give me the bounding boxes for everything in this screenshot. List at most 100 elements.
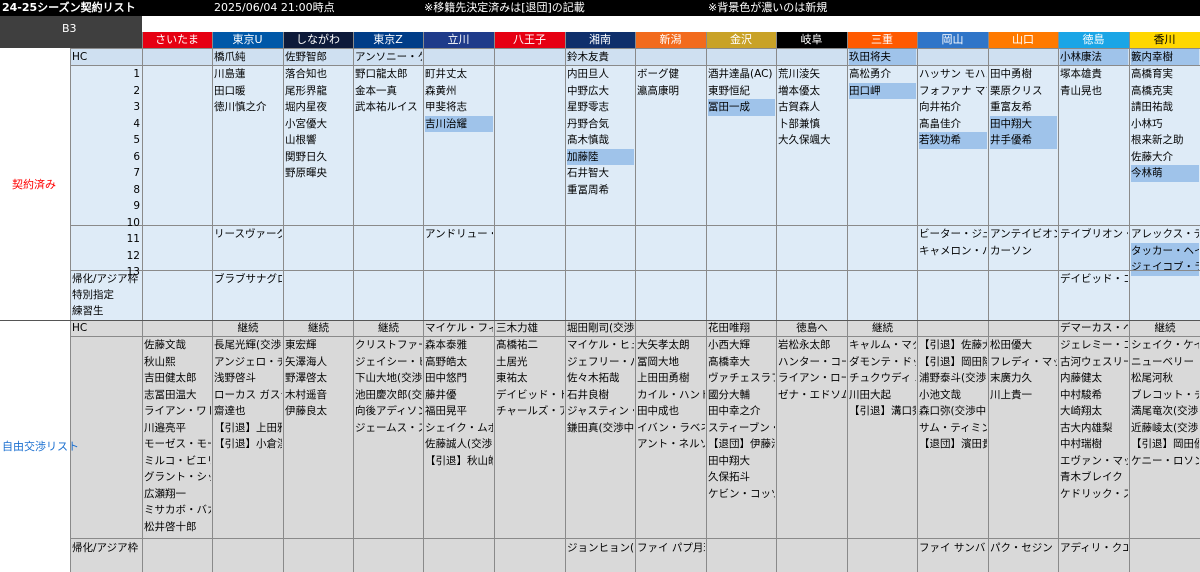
free-player-cell[interactable]: クリストファー・オグデン — [355, 337, 422, 354]
contract-player-cell[interactable]: 堀内星夜 — [285, 99, 352, 116]
free-player-cell[interactable]: 【引退】佐藤大成 — [919, 337, 987, 354]
contract-player-cell[interactable]: 向井祐介 — [919, 99, 987, 116]
team-header-4[interactable]: 立川 — [423, 32, 494, 48]
contract-player-cell[interactable]: 金本一真 — [355, 83, 422, 100]
free-player-cell[interactable]: 古大内雄梨 — [1060, 420, 1128, 437]
team-header-9[interactable]: 岐阜 — [776, 32, 847, 48]
contract-player-cell[interactable]: 増本優太 — [778, 83, 846, 100]
free-player-cell[interactable]: 高野皓太 — [425, 354, 493, 371]
free-player-cell[interactable]: 田中悠門 — [425, 370, 493, 387]
team-header-0[interactable]: さいたま — [142, 32, 212, 48]
free-player-cell[interactable]: デイビッド・ドブソン — [496, 387, 564, 404]
contract-foreign-cell[interactable]: カーソン — [990, 243, 1057, 260]
contract-player-cell[interactable]: 田中勇樹 — [990, 66, 1057, 83]
free-hc-cell[interactable]: マイケル・フィリップス — [425, 320, 493, 337]
free-player-cell[interactable]: ジェイシー・ヒル — [355, 354, 422, 371]
free-player-cell[interactable]: 【退団】濱田貴流馬 — [919, 436, 987, 453]
free-player-cell[interactable]: 【引退】岡田優介 — [1131, 436, 1199, 453]
contract-foreign-cell[interactable]: ジェイコブ・ランカスター — [1131, 259, 1199, 276]
contract-player-cell[interactable]: 中野広大 — [567, 83, 634, 100]
contract-player-cell[interactable]: 重富友希 — [990, 99, 1057, 116]
free-player-cell[interactable]: 内藤健太 — [1060, 370, 1128, 387]
contract-player-cell[interactable]: 古賀森人 — [778, 99, 846, 116]
free-player-cell[interactable]: 大矢孝太朗 — [637, 337, 705, 354]
contract-foreign-cell[interactable]: リースヴァーグ — [214, 226, 282, 243]
free-player-cell[interactable]: 久保拓斗 — [708, 469, 775, 486]
free-player-cell[interactable]: カイル・ハント — [637, 387, 705, 404]
free-player-cell[interactable]: 伊藤良太 — [285, 403, 352, 420]
free-player-cell[interactable]: シェイク・ムボジ — [425, 420, 493, 437]
free-player-cell[interactable]: 小池文哉 — [919, 387, 987, 404]
contract-player-cell[interactable]: 酒井達晶(AC) — [708, 66, 775, 83]
free-naturalized-cell[interactable]: ファイ サンバ — [919, 540, 987, 557]
contract-player-cell[interactable]: 請田祐哉 — [1131, 99, 1199, 116]
free-player-cell[interactable]: シェイク・ケイタ — [1131, 337, 1199, 354]
free-player-cell[interactable]: ケビン・コッツァー — [708, 486, 775, 503]
contract-player-cell[interactable]: 瀛高康明 — [637, 83, 705, 100]
free-player-cell[interactable]: 野澤啓太 — [285, 370, 352, 387]
free-player-cell[interactable]: 鎌田真(交渉中) — [567, 420, 634, 437]
free-player-cell[interactable]: 森口弥(交渉中) — [919, 403, 987, 420]
free-player-cell[interactable]: 田中成也 — [637, 403, 705, 420]
free-player-cell[interactable]: ジェフリー・パーマー — [567, 354, 634, 371]
free-player-cell[interactable]: ローカス ガステン — [214, 387, 282, 404]
free-player-cell[interactable]: ミルコ・ビエリツァ — [144, 453, 211, 470]
free-player-cell[interactable]: ミサカボ・バカ・ベニ — [144, 502, 211, 519]
free-player-cell[interactable]: 福田晃平 — [425, 403, 493, 420]
free-player-cell[interactable]: モーゼス・モーガン — [144, 436, 211, 453]
contract-player-cell[interactable]: 川島蓮 — [214, 66, 282, 83]
free-player-cell[interactable]: 【退団】伊藤治輝 — [708, 436, 775, 453]
contract-player-cell[interactable]: ボーグ健 — [637, 66, 705, 83]
team-header-10[interactable]: 三重 — [847, 32, 917, 48]
contract-player-cell[interactable]: 卜部兼慎 — [778, 116, 846, 133]
contract-player-cell[interactable]: 吉川治耀 — [425, 115, 493, 132]
free-hc-cell[interactable]: 徳島へ — [778, 320, 846, 337]
free-player-cell[interactable]: 川邉亮平 — [144, 420, 211, 437]
team-header-8[interactable]: 金沢 — [706, 32, 776, 48]
team-header-2[interactable]: しながわ — [283, 32, 353, 48]
free-player-cell[interactable]: イバン・ラベネル — [637, 420, 705, 437]
free-player-cell[interactable]: 佐藤誠人(交渉中) — [425, 436, 493, 453]
contract-player-cell[interactable]: 石井智大 — [567, 165, 634, 182]
contract-player-cell[interactable]: 徳川慎之介 — [214, 99, 282, 116]
free-player-cell[interactable]: 髙橋幸大 — [708, 354, 775, 371]
contract-player-cell[interactable]: 栗原クリス — [990, 83, 1057, 100]
free-hc-cell[interactable]: 花田唯翔 — [708, 320, 775, 337]
free-player-cell[interactable]: 青木ブレイク — [1060, 469, 1128, 486]
contract-player-cell[interactable]: 関野日久 — [285, 149, 352, 166]
free-player-cell[interactable]: スティーブン・グリーン — [708, 420, 775, 437]
free-player-cell[interactable]: 矢澤海人 — [285, 354, 352, 371]
free-player-cell[interactable]: 近藤崚太(交渉中) — [1131, 420, 1199, 437]
contract-player-cell[interactable]: 甲斐将志 — [425, 99, 493, 116]
contract-player-cell[interactable]: 野口龍太郎 — [355, 66, 422, 83]
free-player-cell[interactable]: 【引退】上田雅也 — [214, 420, 282, 437]
free-player-cell[interactable]: 【引退】小倉渓 — [214, 436, 282, 453]
contract-naturalized-cell[interactable]: ブラブサナグロリダ — [214, 271, 282, 288]
contract-player-cell[interactable]: 武本祐ルイス — [355, 99, 422, 116]
free-player-cell[interactable]: アント・ネルソン — [637, 436, 705, 453]
free-naturalized-cell[interactable]: アディリ・クエルバン — [1060, 540, 1128, 557]
contract-player-cell[interactable]: 塚本雄貴 — [1060, 66, 1128, 83]
free-player-cell[interactable]: 土居光 — [496, 354, 564, 371]
contract-player-cell[interactable]: 野原暉央 — [285, 165, 352, 182]
free-player-cell[interactable]: 下山大地(交渉中) — [355, 370, 422, 387]
free-player-cell[interactable]: 中村瑞樹 — [1060, 436, 1128, 453]
contract-hc-cell[interactable]: 鈴木友貴 — [567, 49, 634, 66]
contract-player-cell[interactable]: 青山晃也 — [1060, 83, 1128, 100]
contract-foreign-cell[interactable]: アンテイビオン・ — [990, 226, 1057, 243]
contract-foreign-cell[interactable]: テイブリオン・ドッグ — [1060, 226, 1128, 243]
contract-player-cell[interactable]: 高松勇介 — [849, 66, 916, 83]
free-player-cell[interactable]: 齋達也 — [214, 403, 282, 420]
free-player-cell[interactable]: 冨岡大地 — [637, 354, 705, 371]
contract-player-cell[interactable]: 荒川淩矢 — [778, 66, 846, 83]
contract-hc-cell[interactable]: 玖田将夫 — [849, 49, 916, 66]
free-player-cell[interactable]: 吉田健太郎 — [144, 370, 211, 387]
free-player-cell[interactable]: 岩松永太郎 — [778, 337, 846, 354]
free-player-cell[interactable]: ジャスティン・キング — [567, 403, 634, 420]
free-player-cell[interactable]: 髙橋祐二 — [496, 337, 564, 354]
free-player-cell[interactable]: 【引退】岡田隆成 — [919, 354, 987, 371]
free-player-cell[interactable]: マイケル・ヒューズ — [567, 337, 634, 354]
free-player-cell[interactable]: ダモンテ・ドッド — [849, 354, 916, 371]
free-player-cell[interactable]: 田中翔大 — [708, 453, 775, 470]
team-header-7[interactable]: 新潟 — [635, 32, 706, 48]
